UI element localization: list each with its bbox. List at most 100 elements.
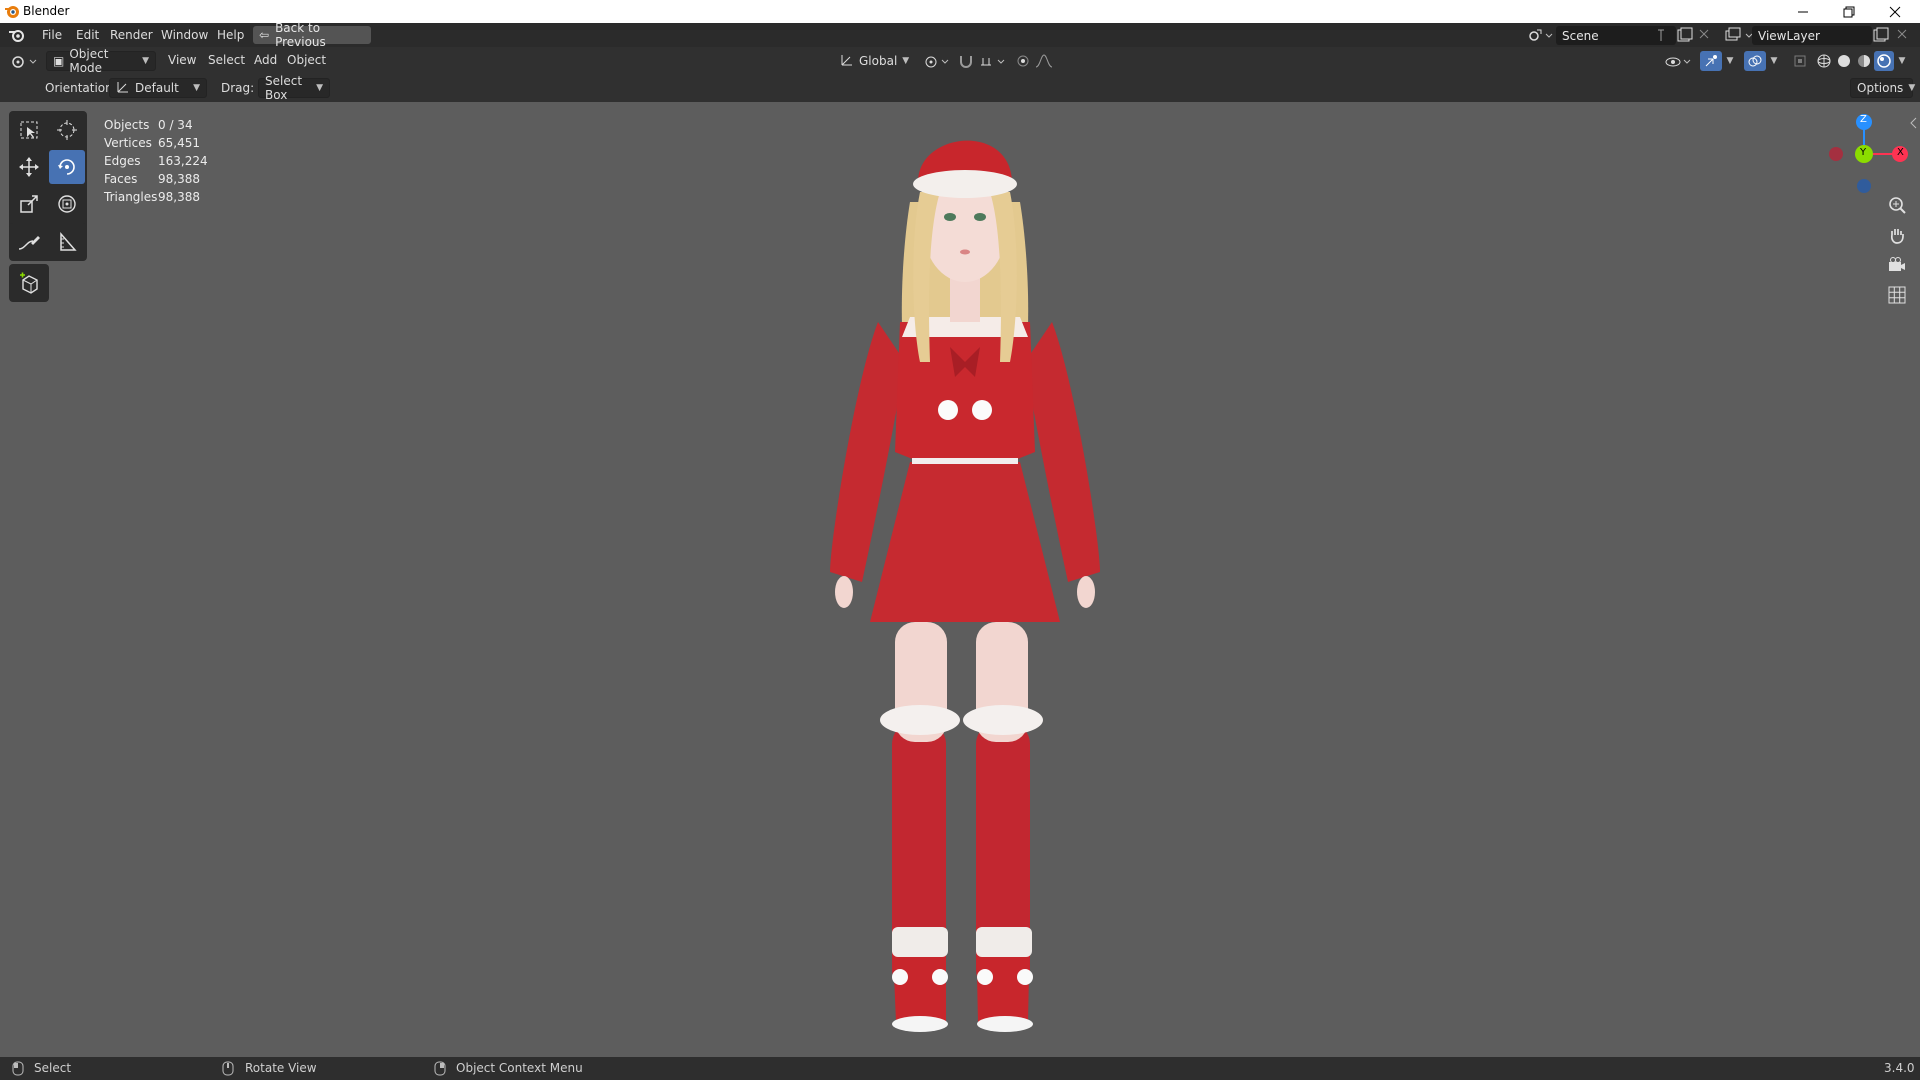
- proportional-icon[interactable]: [1014, 51, 1032, 71]
- chevron-down-icon: ▼: [902, 56, 910, 66]
- viewlayer-name: ViewLayer: [1758, 28, 1820, 43]
- tool-settings-bar: Orientation: Default ▼ Drag: Select Box …: [0, 74, 1920, 102]
- gizmo-neg-z-axis[interactable]: [1857, 179, 1871, 193]
- stat-objects-value: 0 / 34: [158, 118, 193, 132]
- rotate-icon[interactable]: [49, 150, 85, 184]
- menu-render[interactable]: Render: [106, 27, 157, 44]
- object-mode-icon: ▣: [53, 54, 65, 68]
- grid-icon[interactable]: [1882, 280, 1912, 310]
- pivot-icon[interactable]: [922, 51, 952, 71]
- menu-file[interactable]: File: [38, 27, 66, 44]
- overlay-dropdown-icon[interactable]: ▼: [1766, 51, 1782, 71]
- viewport-header: ▣ Object Mode ▼ View Select Add Object G…: [0, 47, 1920, 75]
- drag-dropdown[interactable]: Select Box ▼: [258, 74, 330, 102]
- mouse-middle-icon: [222, 1061, 234, 1079]
- scene-statistics: Objects 0 / 34 Vertices 65,451 Edges 163…: [104, 118, 264, 214]
- menu-view[interactable]: View: [164, 52, 200, 69]
- solid-shading-icon[interactable]: [1834, 51, 1854, 71]
- zoom-icon[interactable]: [1882, 190, 1912, 220]
- menu-select[interactable]: Select: [204, 52, 249, 69]
- toolbar-add-group: [9, 264, 49, 302]
- scene-browse-icon[interactable]: [1526, 26, 1556, 44]
- scale-icon[interactable]: [11, 187, 47, 221]
- gizmo-z-label: Z: [1860, 114, 1867, 125]
- gizmo-neg-x-axis[interactable]: [1829, 147, 1843, 161]
- delete-scene-icon[interactable]: [1698, 28, 1710, 40]
- status-bar: Select Rotate View Object Context Menu 3…: [0, 1057, 1920, 1080]
- version-label: 3.4.0: [1884, 1061, 1915, 1075]
- new-viewlayer-icon[interactable]: [1872, 27, 1890, 43]
- visibility-icon[interactable]: [1664, 51, 1694, 71]
- drag-value: Select Box: [265, 74, 303, 102]
- minimize-button[interactable]: [1780, 0, 1826, 23]
- back-icon: ⇦: [259, 28, 270, 42]
- new-scene-icon[interactable]: [1676, 27, 1694, 43]
- orientation-label: Orientation:: [45, 81, 117, 95]
- mouse-left-icon: [12, 1061, 24, 1079]
- drag-label: Drag:: [221, 81, 255, 95]
- menu-window[interactable]: Window: [157, 27, 212, 44]
- options-dropdown[interactable]: Options ▼: [1850, 78, 1916, 98]
- transform-orientation-label: Global: [859, 54, 898, 68]
- restore-button[interactable]: [1826, 0, 1872, 23]
- object-mode-label: Object Mode: [69, 47, 109, 75]
- gizmo-y-label: Y: [1860, 147, 1867, 158]
- gizmo-icon[interactable]: [1700, 51, 1722, 71]
- stat-faces-label: Faces: [104, 172, 138, 186]
- wireframe-shading-icon[interactable]: [1814, 51, 1834, 71]
- object-mode-dropdown[interactable]: ▣ Object Mode ▼: [46, 47, 156, 75]
- menu-edit[interactable]: Edit: [72, 27, 103, 44]
- pan-hand-icon[interactable]: [1882, 220, 1912, 250]
- add-cube-icon[interactable]: [11, 266, 47, 300]
- sidebar-toggle-icon[interactable]: [1908, 116, 1918, 130]
- orientation-dropdown[interactable]: Default ▼: [109, 78, 207, 98]
- measure-icon[interactable]: [49, 225, 85, 259]
- overlay-icon[interactable]: [1744, 51, 1766, 71]
- falloff-icon[interactable]: [1034, 51, 1064, 71]
- viewlayer-browse-icon[interactable]: [1722, 26, 1756, 44]
- stat-vertices-value: 65,451: [158, 136, 200, 150]
- blender-logo-icon: [4, 3, 21, 20]
- gizmo-x-label: X: [1897, 147, 1904, 158]
- shading-dropdown-icon[interactable]: ▼: [1894, 51, 1910, 71]
- transform-orientation-dropdown[interactable]: Global ▼: [834, 51, 916, 71]
- scene-name: Scene: [1562, 28, 1599, 43]
- delete-viewlayer-icon[interactable]: [1896, 28, 1908, 40]
- viewlayer-name-field[interactable]: ViewLayer: [1752, 26, 1872, 45]
- rendered-shading-icon[interactable]: [1874, 51, 1894, 71]
- transform-icon[interactable]: [49, 187, 85, 221]
- stat-edges-value: 163,224: [158, 154, 208, 168]
- snap-target-icon[interactable]: [978, 51, 1008, 71]
- material-shading-icon[interactable]: [1854, 51, 1874, 71]
- blender-menu-icon[interactable]: [8, 27, 26, 43]
- status-rotate-label: Rotate View: [245, 1061, 317, 1075]
- gizmo-dropdown-icon[interactable]: ▼: [1722, 51, 1738, 71]
- chevron-down-icon: ▼: [1908, 83, 1916, 93]
- stat-triangles-label: Triangles: [104, 190, 158, 204]
- menu-help[interactable]: Help: [213, 27, 248, 44]
- snap-icon[interactable]: [956, 51, 976, 71]
- menu-object[interactable]: Object: [283, 52, 330, 69]
- xray-icon[interactable]: [1790, 51, 1810, 71]
- mouse-right-icon: [434, 1061, 446, 1079]
- menu-add[interactable]: Add: [250, 52, 281, 69]
- orientation-icon: [840, 53, 854, 70]
- camera-icon[interactable]: [1882, 250, 1912, 280]
- navigation-gizmo[interactable]: Z Y X: [1818, 108, 1910, 200]
- stat-objects-label: Objects: [104, 118, 150, 132]
- move-icon[interactable]: [11, 150, 47, 184]
- back-to-previous-button[interactable]: ⇦ Back to Previous: [253, 21, 371, 49]
- 3d-viewport[interactable]: Objects 0 / 34 Vertices 65,451 Edges 163…: [0, 102, 1920, 1057]
- status-select-label: Select: [34, 1061, 72, 1075]
- orientation-value: Default: [135, 81, 179, 95]
- chevron-down-icon: ▼: [316, 83, 323, 93]
- close-button[interactable]: [1872, 0, 1918, 23]
- annotate-icon[interactable]: [11, 225, 47, 259]
- pin-icon[interactable]: [1655, 28, 1667, 42]
- stat-edges-label: Edges: [104, 154, 141, 168]
- cursor-icon[interactable]: [49, 113, 85, 147]
- editor-type-icon[interactable]: [10, 51, 40, 71]
- select-box-icon[interactable]: [11, 113, 47, 147]
- chevron-down-icon: ▼: [142, 56, 149, 66]
- options-label: Options: [1857, 81, 1904, 95]
